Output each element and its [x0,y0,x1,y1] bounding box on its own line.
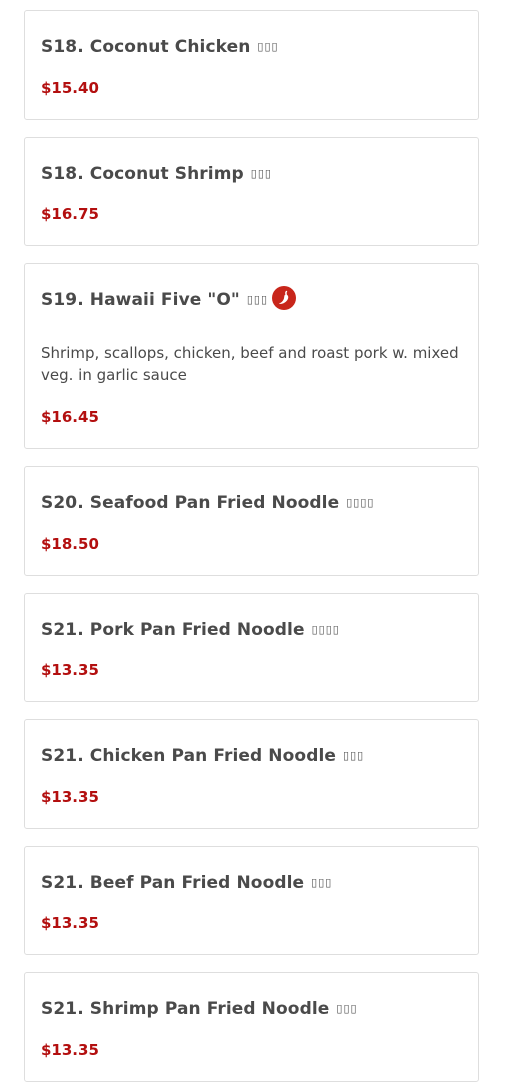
menu-item-name: S21. Beef Pan Fried Noodle [41,873,305,893]
menu-item-chinese-name: ▯▯▯ [343,748,365,762]
menu-item-chinese-name: ▯▯▯ [257,39,279,53]
menu-item-card[interactable]: S21. Beef Pan Fried Noodle ▯▯▯ $13.35 [24,846,479,955]
menu-item-list: S18. Coconut Chicken ▯▯▯ $15.40 S18. Coc… [0,0,510,1090]
menu-item-title-row: S21. Beef Pan Fried Noodle ▯▯▯ [41,872,462,894]
menu-item-chinese-name: ▯▯▯▯ [346,495,375,509]
menu-item-chinese-name: ▯▯▯ [336,1001,358,1015]
menu-item-name: S21. Shrimp Pan Fried Noodle [41,999,330,1019]
menu-item-chinese-name: ▯▯▯▯ [311,622,340,636]
menu-item-title-row: S19. Hawaii Five "O" ▯▯▯ [41,286,462,311]
menu-item-title-row: S18. Coconut Chicken ▯▯▯ [41,36,462,58]
menu-item-card[interactable]: S19. Hawaii Five "O" ▯▯▯ Shrimp, scallop… [24,263,479,449]
menu-item-card[interactable]: S21. Shrimp Pan Fried Noodle ▯▯▯ $13.35 [24,972,479,1082]
menu-item-price: $13.35 [41,1041,99,1059]
menu-item-card[interactable]: S21. Pork Pan Fried Noodle ▯▯▯▯ $13.35 [24,593,479,702]
menu-item-name: S21. Chicken Pan Fried Noodle [41,746,337,766]
menu-item-card[interactable]: S20. Seafood Pan Fried Noodle ▯▯▯▯ $18.5… [24,466,479,576]
menu-item-name: S20. Seafood Pan Fried Noodle [41,493,340,513]
chili-pepper-icon [272,286,297,310]
menu-item-price: $16.45 [41,408,99,426]
menu-item-chinese-name: ▯▯▯ [250,166,272,180]
menu-item-title-row: S21. Shrimp Pan Fried Noodle ▯▯▯ [41,998,462,1020]
menu-item-price: $16.75 [41,205,99,223]
menu-item-title-row: S21. Chicken Pan Fried Noodle ▯▯▯ [41,745,462,767]
menu-item-chinese-name: ▯▯▯ [311,875,333,889]
menu-item-title-row: S18. Coconut Shrimp ▯▯▯ [41,163,462,185]
menu-item-price: $13.35 [41,661,99,679]
menu-item-title-row: S21. Pork Pan Fried Noodle ▯▯▯▯ [41,619,462,641]
menu-item-price: $13.35 [41,914,99,932]
menu-item-name: S18. Coconut Shrimp [41,164,244,184]
menu-item-description: Shrimp, scallops, chicken, beef and roas… [41,344,459,384]
menu-item-price: $13.35 [41,788,99,806]
menu-item-price: $18.50 [41,535,99,553]
menu-item-title-row: S20. Seafood Pan Fried Noodle ▯▯▯▯ [41,492,462,514]
menu-item-chinese-name: ▯▯▯ [246,292,269,306]
menu-item-card[interactable]: S18. Coconut Shrimp ▯▯▯ $16.75 [24,137,479,246]
menu-item-name: S19. Hawaii Five "O" [41,290,240,310]
menu-item-card[interactable]: S21. Chicken Pan Fried Noodle ▯▯▯ $13.35 [24,719,479,829]
menu-item-name: S21. Pork Pan Fried Noodle [41,620,305,640]
menu-item-name: S18. Coconut Chicken [41,37,251,57]
menu-item-price: $15.40 [41,79,99,97]
menu-item-card[interactable]: S18. Coconut Chicken ▯▯▯ $15.40 [24,10,479,120]
